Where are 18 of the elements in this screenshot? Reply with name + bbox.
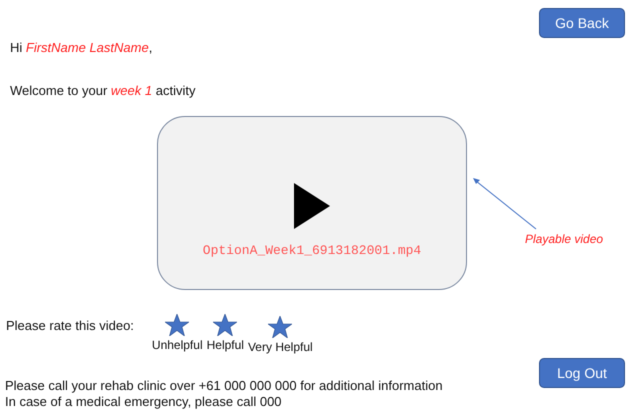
greeting-text: Hi FirstName LastName, <box>10 40 154 55</box>
welcome-text: Welcome to your week 1 activity <box>10 83 196 98</box>
footer-text: Please call your rehab clinic over +61 000 000 000 for additional information <box>5 378 443 394</box>
footer-text: In case of a medical emergency, please call 000 <box>5 394 283 410</box>
star-icon[interactable] <box>213 314 238 336</box>
rating-label: Unhelpful <box>152 338 203 352</box>
video-filename: OptionA_Week1_6913182001.mp4 <box>202 243 422 258</box>
play-icon <box>294 183 330 229</box>
rating-label: Helpful <box>206 338 244 352</box>
rating-label: Very Helpful <box>248 340 313 354</box>
annotation-text: Playable video <box>525 232 604 246</box>
go-back-button[interactable]: Go Back <box>539 8 625 38</box>
leader-line <box>473 178 537 230</box>
star-icon[interactable] <box>165 314 190 336</box>
rating-prompt: Please rate this video: <box>6 318 134 333</box>
log-out-button[interactable]: Log Out <box>539 358 625 388</box>
video-player[interactable]: OptionA_Week1_6913182001.mp4 <box>157 116 467 290</box>
star-icon[interactable] <box>268 316 292 338</box>
